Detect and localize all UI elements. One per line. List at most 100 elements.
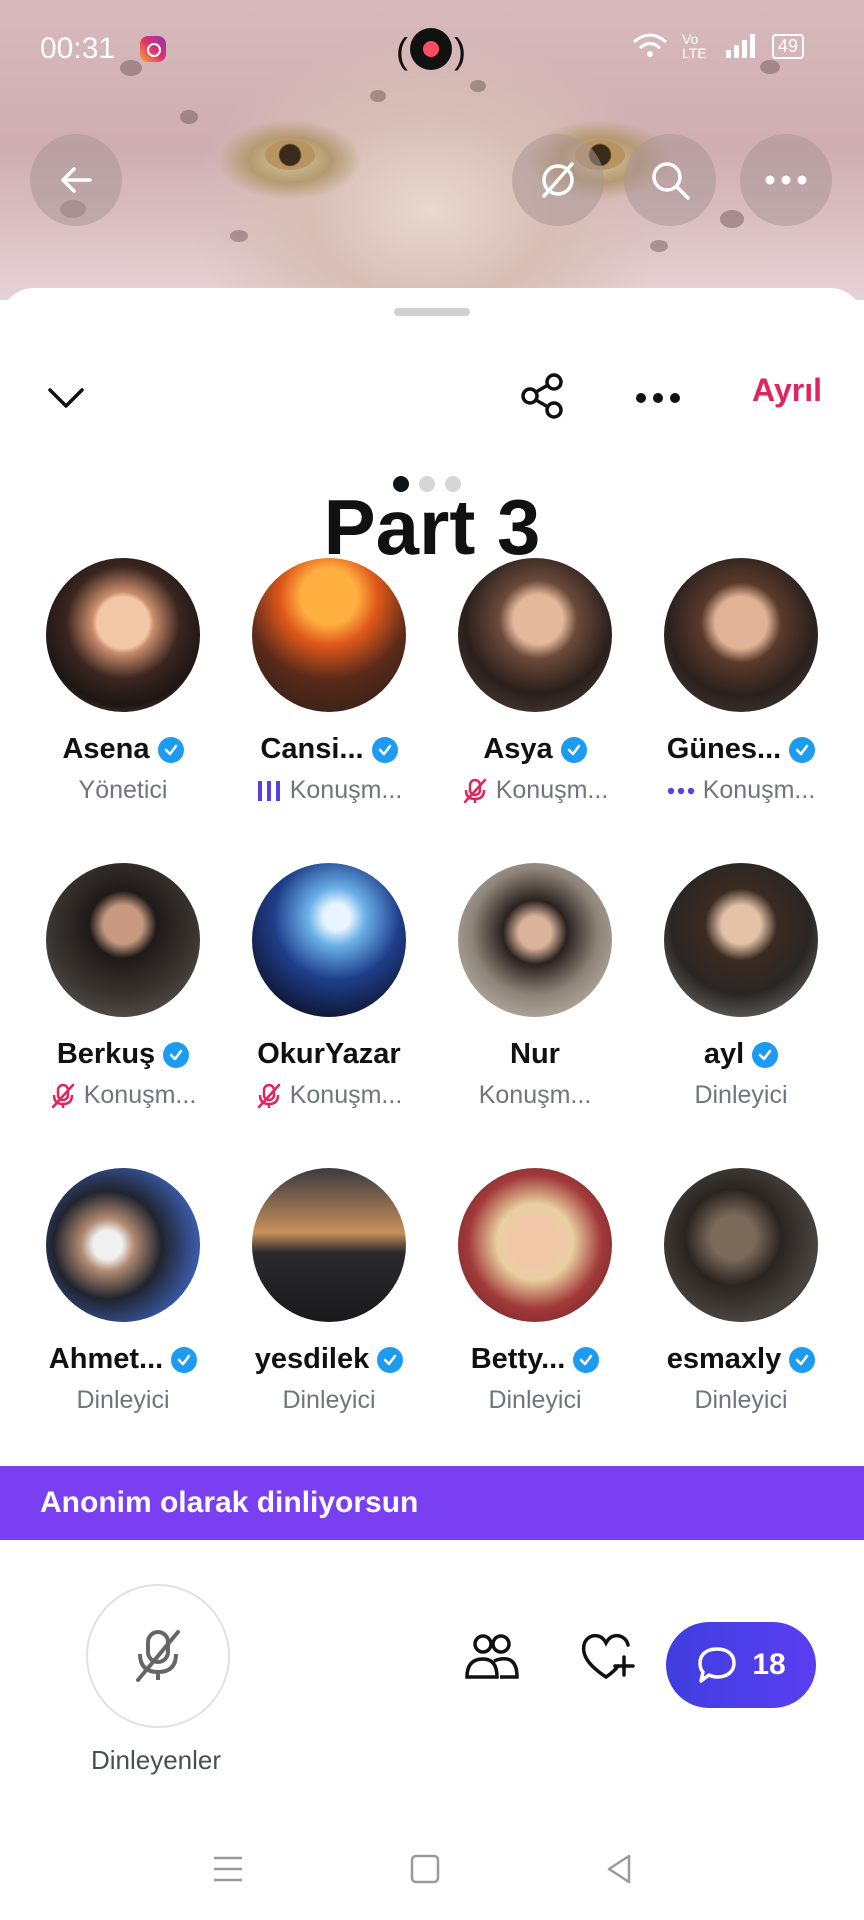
verified-badge-icon — [371, 736, 398, 763]
participant-role: Konuşm... — [702, 776, 816, 804]
participant-role-row: Konuşm... — [20, 1081, 226, 1110]
participant-role-row: Dinleyici — [638, 1386, 844, 1415]
participant-role-row: Dinleyici — [638, 1081, 844, 1110]
chat-bubble-icon — [698, 1647, 737, 1683]
participant-role-row: Konuşm... — [638, 776, 844, 805]
status-bar: 00:31 ( ) Vo LTE 49 — [0, 0, 864, 100]
menu-icon — [214, 1856, 242, 1882]
avatar — [664, 558, 818, 712]
back-triangle-icon — [607, 1854, 631, 1884]
participant-card[interactable]: Günes... Konuşm... — [638, 558, 844, 863]
participant-name-row: Cansi... — [226, 733, 432, 766]
participant-card[interactable]: OkurYazar Konuşm... — [226, 863, 432, 1168]
participant-name: OkurYazar — [257, 1038, 401, 1070]
search-button[interactable] — [624, 134, 716, 226]
space-sheet: Ayrıl Part 3 Asena Yönetici Cansi... Kon… — [0, 288, 864, 1920]
participant-name-row: esmaxly — [638, 1343, 844, 1376]
participant-role-row: Dinleyici — [432, 1386, 638, 1415]
participants-button[interactable] — [462, 1626, 522, 1686]
avatar — [252, 1168, 406, 1322]
comments-button[interactable]: 18 — [666, 1622, 816, 1708]
participant-role: Dinleyici — [694, 1081, 788, 1109]
mic-muted-icon — [136, 1630, 180, 1682]
collapse-button[interactable] — [40, 372, 92, 424]
participant-card[interactable]: Cansi... Konuşm... — [226, 558, 432, 863]
participant-name-row: yesdilek — [226, 1343, 432, 1376]
participant-role: Konuşm... — [83, 1081, 197, 1109]
verified-badge-icon — [752, 1041, 779, 1068]
back-button[interactable] — [30, 134, 122, 226]
participant-name: esmaxly — [666, 1343, 782, 1375]
system-back-button[interactable] — [594, 1844, 644, 1894]
chevron-down-icon — [48, 388, 84, 408]
typing-dots-icon — [667, 786, 695, 796]
participant-name: Nur — [510, 1038, 560, 1070]
participant-role: Konuşm... — [289, 776, 403, 804]
participant-card[interactable]: Asya Konuşm... — [432, 558, 638, 863]
listeners-label: Dinleyenler — [90, 1745, 222, 1775]
mic-muted-icon — [462, 777, 488, 805]
leave-button[interactable]: Ayrıl — [752, 372, 822, 409]
participant-role: Yönetici — [78, 776, 168, 804]
share-button[interactable] — [514, 368, 570, 424]
home-button[interactable] — [400, 1844, 450, 1894]
verified-badge-icon — [789, 1346, 816, 1373]
verified-badge-icon — [789, 736, 816, 763]
avatar — [458, 558, 612, 712]
wifi-icon — [632, 33, 667, 57]
participant-card[interactable]: ayl Dinleyici — [638, 863, 844, 1168]
sheet-more-button[interactable] — [630, 372, 686, 424]
comment-count: 18 — [752, 1648, 786, 1681]
participant-role: Dinleyici — [694, 1386, 788, 1414]
react-button[interactable] — [578, 1626, 638, 1686]
avatar — [46, 863, 200, 1017]
mic-button[interactable] — [86, 1584, 230, 1728]
verified-badge-icon — [573, 1346, 600, 1373]
drag-handle[interactable] — [394, 308, 470, 316]
participant-name-row: ayl — [638, 1038, 844, 1071]
more-options-button[interactable] — [740, 134, 832, 226]
participant-role: Konuşm... — [478, 1081, 592, 1109]
participant-card[interactable]: Berkuş Konuşm... — [20, 863, 226, 1168]
network-type: Vo LTE — [681, 31, 707, 61]
participant-role: Dinleyici — [488, 1386, 582, 1414]
participant-role: Konuşm... — [289, 1081, 403, 1109]
verified-badge-icon — [163, 1041, 190, 1068]
participant-role-row: Konuşm... — [432, 776, 638, 805]
participant-name-row: OkurYazar — [226, 1038, 432, 1071]
participant-role-row: Dinleyici — [226, 1386, 432, 1415]
avatar — [46, 1168, 200, 1322]
participant-name-row: Asya — [432, 733, 638, 766]
disabled-link-icon — [542, 162, 574, 198]
link-off-button[interactable] — [512, 134, 604, 226]
status-icons: Vo LTE 49 — [632, 32, 804, 60]
anonymous-listening-banner: Anonim olarak dinliyorsun — [0, 1466, 864, 1540]
verified-badge-icon — [377, 1346, 404, 1373]
participant-role-row: Konuşm... — [432, 1081, 638, 1110]
participant-name-row: Ahmet... — [20, 1343, 226, 1376]
battery-indicator: 49 — [771, 33, 804, 59]
participant-card[interactable]: Asena Yönetici — [20, 558, 226, 863]
more-icon — [765, 175, 807, 185]
mic-muted-icon — [50, 1082, 76, 1110]
banner-text: Anonim olarak dinliyorsun — [40, 1486, 419, 1519]
instagram-notification-icon — [140, 36, 166, 62]
participant-card[interactable]: esmaxly Dinleyici — [638, 1168, 844, 1473]
recent-apps-button[interactable] — [203, 1844, 253, 1894]
share-icon — [521, 373, 563, 419]
verified-badge-icon — [171, 1346, 198, 1373]
cover-eye-left — [265, 140, 315, 170]
participant-card[interactable]: yesdilek Dinleyici — [226, 1168, 432, 1473]
participant-name: Betty... — [470, 1343, 566, 1375]
participant-name-row: Günes... — [638, 733, 844, 766]
participant-role: Dinleyici — [76, 1386, 170, 1414]
participant-name-row: Betty... — [432, 1343, 638, 1376]
participant-role-row: Konuşm... — [226, 1081, 432, 1110]
participant-card[interactable]: Ahmet... Dinleyici — [20, 1168, 226, 1473]
participant-grid: Asena Yönetici Cansi... Konuşm... Asya K… — [20, 558, 844, 1473]
participant-role-row: Konuşm... — [226, 776, 432, 805]
system-nav-bar — [0, 1830, 864, 1920]
participant-card[interactable]: Nur Konuşm... — [432, 863, 638, 1168]
participant-card[interactable]: Betty... Dinleyici — [432, 1168, 638, 1473]
participant-role: Dinleyici — [282, 1386, 376, 1414]
